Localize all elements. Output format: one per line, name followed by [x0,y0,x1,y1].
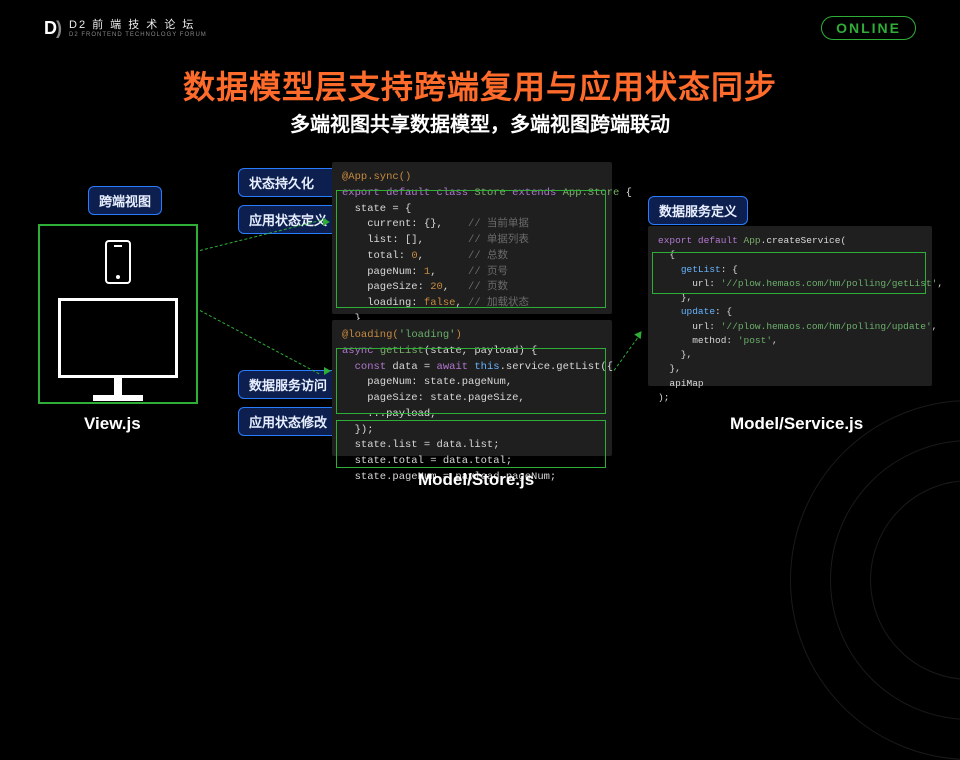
logo-main-text: D2 前 端 技 术 论 坛 [69,19,207,31]
monitor-icon [58,298,178,378]
store-label: Model/Store.js [418,470,534,490]
view-label: View.js [84,414,141,434]
slide-subhead: 多端视图共享数据模型，多端视图跨端联动 [0,108,960,137]
store-tags-bottom: 数据服务访问 应用状态修改 [238,370,338,436]
view-column: 跨端视图 [38,190,198,404]
phone-icon [105,240,131,284]
service-label: Model/Service.js [730,414,863,434]
service-code: export default App.createService( { getL… [648,226,932,386]
connector [614,334,641,371]
arrow-icon [324,367,331,375]
store-code-bottom: @loading('loading') async getList(state,… [332,320,612,456]
tag-persist: 状态持久化 [238,168,338,197]
connector [200,310,320,374]
logo-sub-text: D2 FRONTEND TECHNOLOGY FORUM [69,32,207,38]
arrow-icon [323,218,330,226]
tag-service-def: 数据服务定义 [648,196,748,225]
tag-state-mutate: 应用状态修改 [238,407,338,436]
slide-headline: 数据模型层支持跨端复用与应用状态同步 [0,62,960,108]
devices-box [38,224,198,404]
logo: D) D2 前 端 技 术 论 坛 D2 FRONTEND TECHNOLOGY… [44,18,207,39]
tag-service-access: 数据服务访问 [238,370,338,399]
online-badge: ONLINE [821,16,916,40]
tag-cross-view: 跨端视图 [88,186,162,215]
logo-mark: D) [44,18,61,39]
store-code-top: @App.sync() export default class Store e… [332,162,612,314]
